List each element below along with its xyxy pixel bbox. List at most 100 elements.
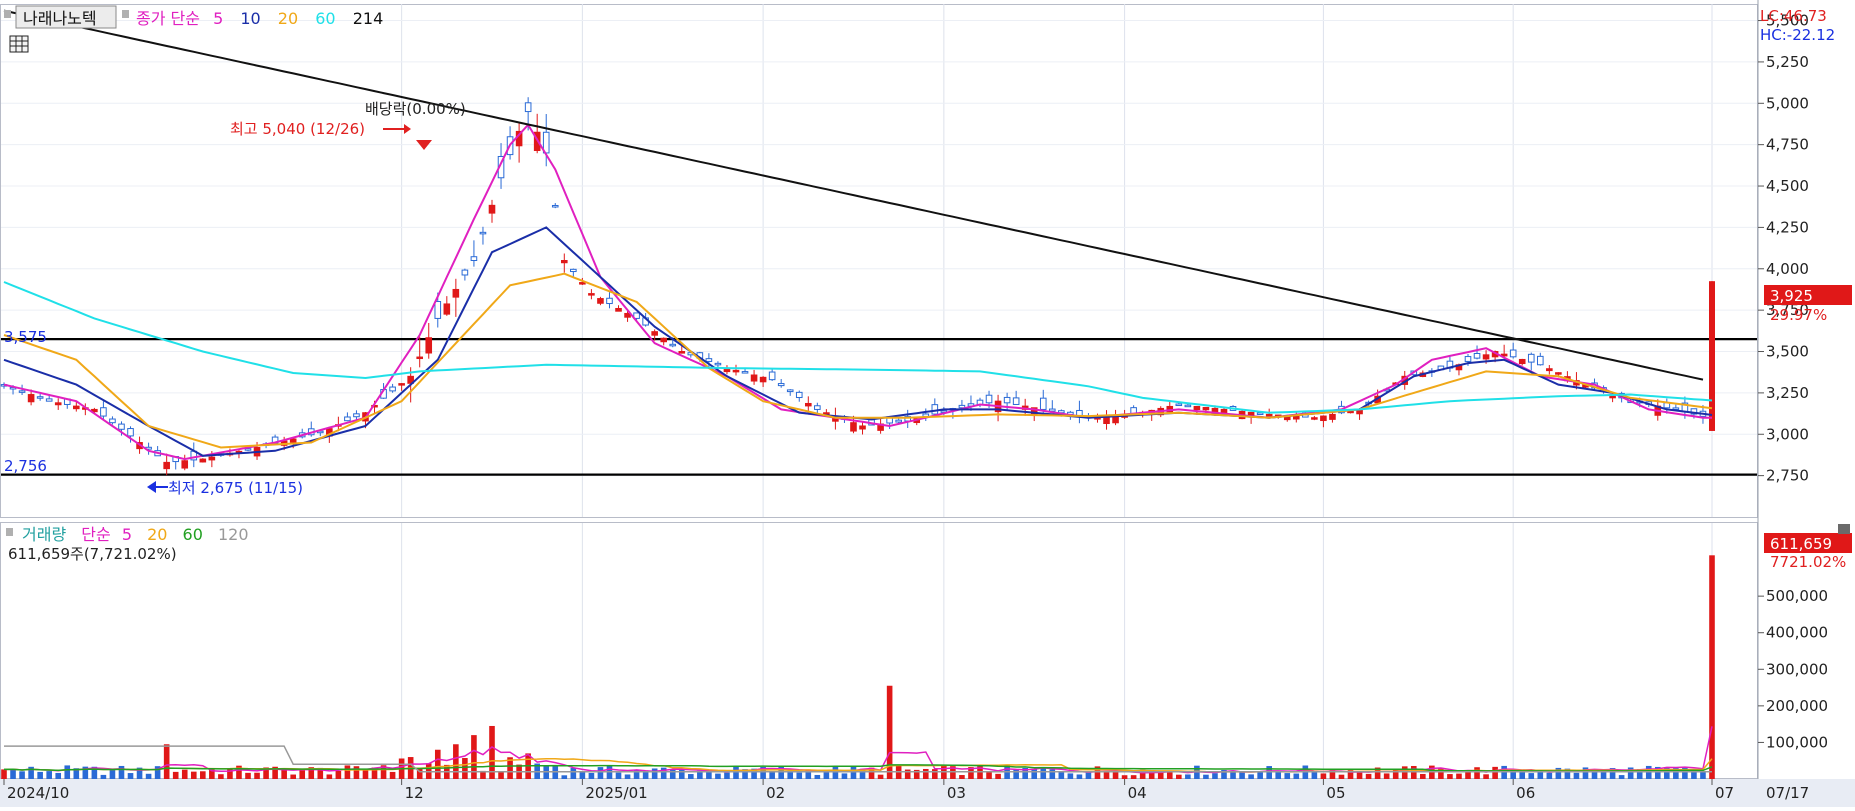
- volume-bar: [1013, 769, 1019, 779]
- legend-square-icon: [122, 10, 129, 18]
- volume-info: 611,659주(7,721.02%): [8, 545, 177, 563]
- volume-bar: [1483, 774, 1489, 779]
- grid-table-icon[interactable]: [9, 35, 29, 53]
- current-volume: 611,659: [1770, 535, 1832, 553]
- volume-bar: [678, 769, 685, 779]
- volume-bar: [10, 769, 16, 779]
- candle-body: [588, 293, 595, 296]
- volume-bar: [127, 773, 134, 779]
- candle-body: [1292, 415, 1300, 420]
- price-tick-label: 5,000: [1766, 94, 1809, 112]
- volume-bar: [1546, 772, 1553, 779]
- candle-body: [859, 425, 866, 430]
- volume-tick-label: 200,000: [1766, 697, 1828, 715]
- volume-bar: [1257, 771, 1263, 779]
- candle-body: [181, 460, 189, 469]
- volume-bar: [389, 771, 396, 779]
- date-tick-label: 04: [1128, 784, 1147, 802]
- candle-body: [45, 398, 53, 402]
- legend-ma-214: 214: [353, 9, 384, 28]
- volume-bar: [1, 769, 7, 779]
- volume-bar: [1447, 774, 1453, 779]
- volume-bar: [1067, 773, 1074, 779]
- current-volume-change: 7721.02%: [1770, 553, 1846, 571]
- volume-bar: [19, 771, 25, 779]
- candle-body: [461, 269, 469, 276]
- legend-type-label: 종가 단순: [136, 9, 200, 28]
- stock-name[interactable]: 나래나노텍: [23, 9, 97, 28]
- candle-body: [1536, 355, 1544, 366]
- volume-bar: [335, 770, 342, 779]
- upper-level-label: 3,575: [4, 328, 47, 346]
- candle-body: [560, 260, 568, 264]
- pane-close-icon[interactable]: [1838, 524, 1850, 534]
- volume-bar: [353, 766, 360, 779]
- candle-body: [814, 405, 821, 410]
- candle-body: [895, 419, 902, 423]
- volume-bar: [1266, 766, 1272, 779]
- stock-chart-window: 5,500 5,250 5,000 4,750 4,500 4,250 4,000 3,750…: [0, 0, 1855, 807]
- candle-body: [488, 204, 496, 214]
- candle-body: [479, 231, 487, 235]
- date-tick-label: 05: [1326, 784, 1345, 802]
- candle-body: [985, 394, 993, 404]
- candle-body: [398, 383, 405, 386]
- volume-bar: [579, 771, 586, 779]
- volume-bar: [1130, 775, 1137, 779]
- legend-square-icon: [6, 528, 13, 536]
- volume-bar: [1492, 766, 1498, 779]
- price-tick-label: 3,000: [1766, 425, 1809, 443]
- candle-body: [1473, 352, 1481, 359]
- candle-body: [524, 102, 532, 113]
- volume-bar: [1420, 773, 1426, 779]
- candle-body: [1202, 406, 1210, 411]
- volume-bar: [669, 769, 676, 779]
- volume-bar: [1212, 773, 1218, 779]
- volume-bar: [1121, 775, 1128, 779]
- candle-body: [18, 390, 26, 393]
- volume-bar: [1248, 774, 1254, 779]
- candle-body: [1012, 397, 1020, 405]
- volume-bar: [688, 774, 694, 779]
- volume-bar: [1203, 774, 1209, 779]
- candle-body: [163, 461, 170, 470]
- volume-bar: [181, 769, 188, 779]
- candle-body: [118, 423, 125, 430]
- volume-bar: [1058, 772, 1065, 779]
- price-tick-label: 4,500: [1766, 177, 1809, 195]
- volume-bar: [642, 771, 649, 779]
- volume-bar: [46, 771, 52, 779]
- candle-body: [606, 297, 613, 305]
- volume-bar: [715, 773, 721, 779]
- volume-bar: [1176, 774, 1182, 779]
- candle-body: [669, 343, 677, 347]
- volume-legend-ma-5: 5: [122, 525, 132, 544]
- volume-bar: [588, 772, 595, 779]
- candle-body: [1256, 412, 1264, 415]
- volume-bar: [1076, 774, 1083, 779]
- volume-bar: [145, 773, 152, 779]
- candle-body: [1672, 407, 1680, 410]
- current-change: 29.97%: [1770, 306, 1827, 324]
- volume-bar: [1528, 773, 1535, 779]
- candle-body: [1320, 415, 1327, 422]
- candle-body: [579, 282, 586, 285]
- candle-body: [850, 422, 857, 432]
- volume-bar: [1049, 769, 1056, 779]
- volume-bar: [959, 775, 965, 779]
- volume-bar: [796, 772, 803, 779]
- current-price: 3,925: [1770, 287, 1813, 305]
- volume-bar: [1645, 765, 1652, 779]
- candle-body: [289, 438, 297, 443]
- lc-status: LC:46.73: [1760, 7, 1827, 25]
- volume-bar: [434, 749, 441, 779]
- volume-bar: [1365, 773, 1372, 779]
- volume-bar: [1166, 771, 1173, 779]
- chart-canvas[interactable]: 5,5005,2505,0004,7504,5004,2504,0003,750…: [0, 0, 1855, 807]
- low-annotation: 최저 2,675 (11/15): [168, 479, 303, 497]
- volume-bar: [1383, 773, 1390, 779]
- volume-bar: [986, 772, 992, 779]
- volume-bar: [254, 772, 260, 779]
- volume-bar: [932, 769, 938, 779]
- volume-bar: [190, 771, 197, 779]
